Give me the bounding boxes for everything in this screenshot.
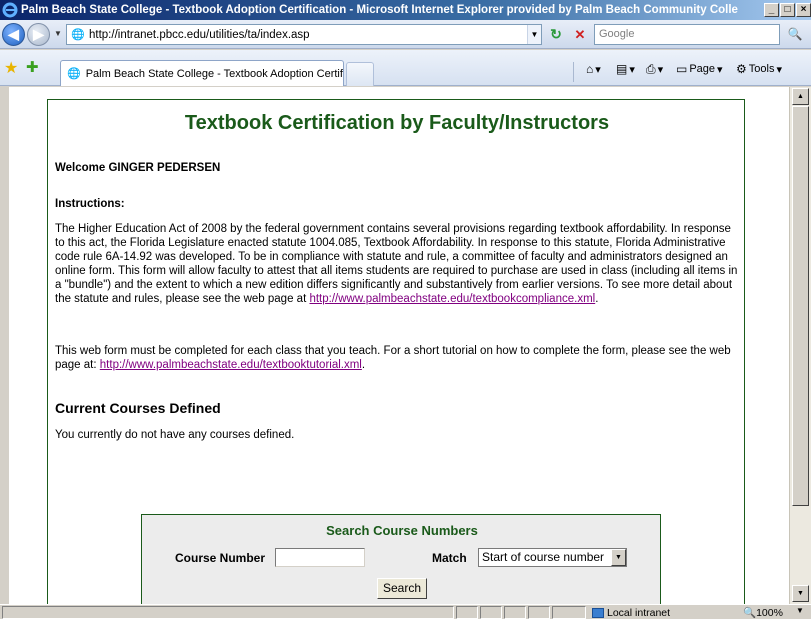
intranet-zone-icon: [592, 607, 604, 618]
back-button[interactable]: ◀: [2, 23, 25, 46]
instructions-paragraph: The Higher Education Act of 2008 by the …: [55, 223, 738, 305]
back-arrow-icon: ◀: [8, 26, 19, 42]
forward-arrow-icon: ▶: [33, 26, 44, 42]
match-select[interactable]: Start of course number ▼: [478, 548, 627, 567]
maximize-button[interactable]: □: [780, 3, 795, 17]
feeds-button[interactable]: ▤ ▾: [616, 62, 635, 76]
search-button[interactable]: Search: [377, 578, 427, 599]
courses-heading: Current Courses Defined: [55, 400, 221, 416]
match-selected-value: Start of course number: [482, 550, 605, 564]
security-zone[interactable]: Local intranet: [592, 606, 670, 619]
status-pane: [528, 606, 550, 619]
instructions-heading: Instructions:: [55, 198, 125, 210]
print-button[interactable]: ⎙ ▾: [646, 62, 663, 77]
status-text-pane: [2, 606, 454, 619]
tab-title: Palm Beach State College - Textbook Adop…: [85, 67, 344, 80]
tab-bar: ★ ✚ 🌐 Palm Beach State College - Textboo…: [0, 50, 811, 86]
home-icon: ⌂: [586, 62, 594, 76]
course-number-label: Course Number: [175, 551, 266, 565]
search-panel-title: Search Course Numbers: [326, 523, 478, 538]
page-menu-label: Page: [689, 63, 716, 75]
minimize-button[interactable]: _: [764, 3, 779, 17]
address-dropdown-icon[interactable]: ▼: [527, 25, 541, 44]
tutorial-paragraph: This web form must be completed for each…: [55, 345, 731, 371]
close-button[interactable]: ×: [796, 3, 811, 17]
window-title: Palm Beach State College - Textbook Adop…: [21, 4, 738, 16]
status-pane: [504, 606, 526, 619]
content-panel: Textbook Certification by Faculty/Instru…: [47, 99, 745, 604]
stop-icon[interactable]: ✕: [570, 25, 590, 44]
page-menu[interactable]: ▭ Page ▾: [676, 62, 723, 76]
navigation-bar: ◀ ▶ ▼ 🌐 http://intranet.pbcc.edu/utiliti…: [0, 20, 811, 49]
welcome-text: Welcome GINGER PEDERSEN: [55, 162, 221, 174]
scroll-down-icon[interactable]: ▼: [792, 585, 809, 602]
favorites-star-icon[interactable]: ★: [4, 58, 18, 78]
left-frame: [0, 87, 9, 604]
home-button[interactable]: ⌂ ▾: [586, 62, 601, 76]
status-bar: Local intranet 🔍100% ▼: [0, 604, 811, 619]
address-bar[interactable]: 🌐 http://intranet.pbcc.edu/utilities/ta/…: [66, 24, 542, 45]
add-favorite-icon[interactable]: ✚: [26, 58, 39, 76]
zoom-icon: 🔍: [743, 607, 757, 619]
gear-icon: ⚙: [736, 62, 747, 76]
window-titlebar: Palm Beach State College - Textbook Adop…: [0, 0, 811, 20]
page-viewport: Textbook Certification by Faculty/Instru…: [9, 87, 789, 604]
new-tab-button[interactable]: [346, 62, 374, 86]
ie-logo-icon: [2, 2, 18, 18]
refresh-icon[interactable]: ↻: [546, 25, 566, 44]
tab-page-icon: 🌐: [67, 68, 81, 80]
address-text[interactable]: http://intranet.pbcc.edu/utilities/ta/in…: [89, 29, 527, 41]
course-number-input[interactable]: [275, 548, 365, 567]
zoom-level[interactable]: 🔍100%: [743, 606, 783, 619]
feeds-icon: ▤: [616, 62, 628, 76]
search-input[interactable]: Google: [594, 24, 780, 45]
zoom-dropdown-icon[interactable]: ▼: [796, 606, 804, 615]
match-label: Match: [432, 551, 467, 565]
select-arrow-icon[interactable]: ▼: [611, 549, 626, 566]
compliance-link[interactable]: http://www.palmbeachstate.edu/textbookco…: [309, 293, 595, 305]
tools-menu-label: Tools: [748, 63, 775, 75]
zoom-value: 100%: [756, 607, 783, 619]
history-dropdown-icon[interactable]: ▼: [54, 29, 62, 38]
no-courses-text: You currently do not have any courses de…: [55, 429, 295, 441]
status-pane: [480, 606, 502, 619]
tools-menu[interactable]: ⚙ Tools ▾: [736, 62, 782, 76]
tutorial-link[interactable]: http://www.palmbeachstate.edu/textbooktu…: [100, 359, 362, 371]
scroll-up-icon[interactable]: ▲: [792, 88, 809, 105]
search-icon[interactable]: 🔍: [784, 24, 806, 45]
tab-active[interactable]: 🌐 Palm Beach State College - Textbook Ad…: [60, 60, 344, 86]
page-title: Textbook Certification by Faculty/Instru…: [184, 112, 610, 134]
status-pane: [456, 606, 478, 619]
page-icon: 🌐: [71, 28, 85, 41]
zone-label: Local intranet: [607, 606, 671, 619]
vertical-scrollbar[interactable]: ▲ ▼: [789, 87, 811, 604]
forward-button[interactable]: ▶: [27, 23, 50, 46]
print-icon: ⎙: [646, 62, 656, 76]
status-pane: [552, 606, 586, 619]
page-menu-icon: ▭: [676, 62, 688, 76]
scroll-thumb[interactable]: [792, 106, 809, 506]
search-course-panel: Search Course Numbers Course Number Matc…: [141, 514, 661, 604]
command-separator: [573, 62, 574, 82]
